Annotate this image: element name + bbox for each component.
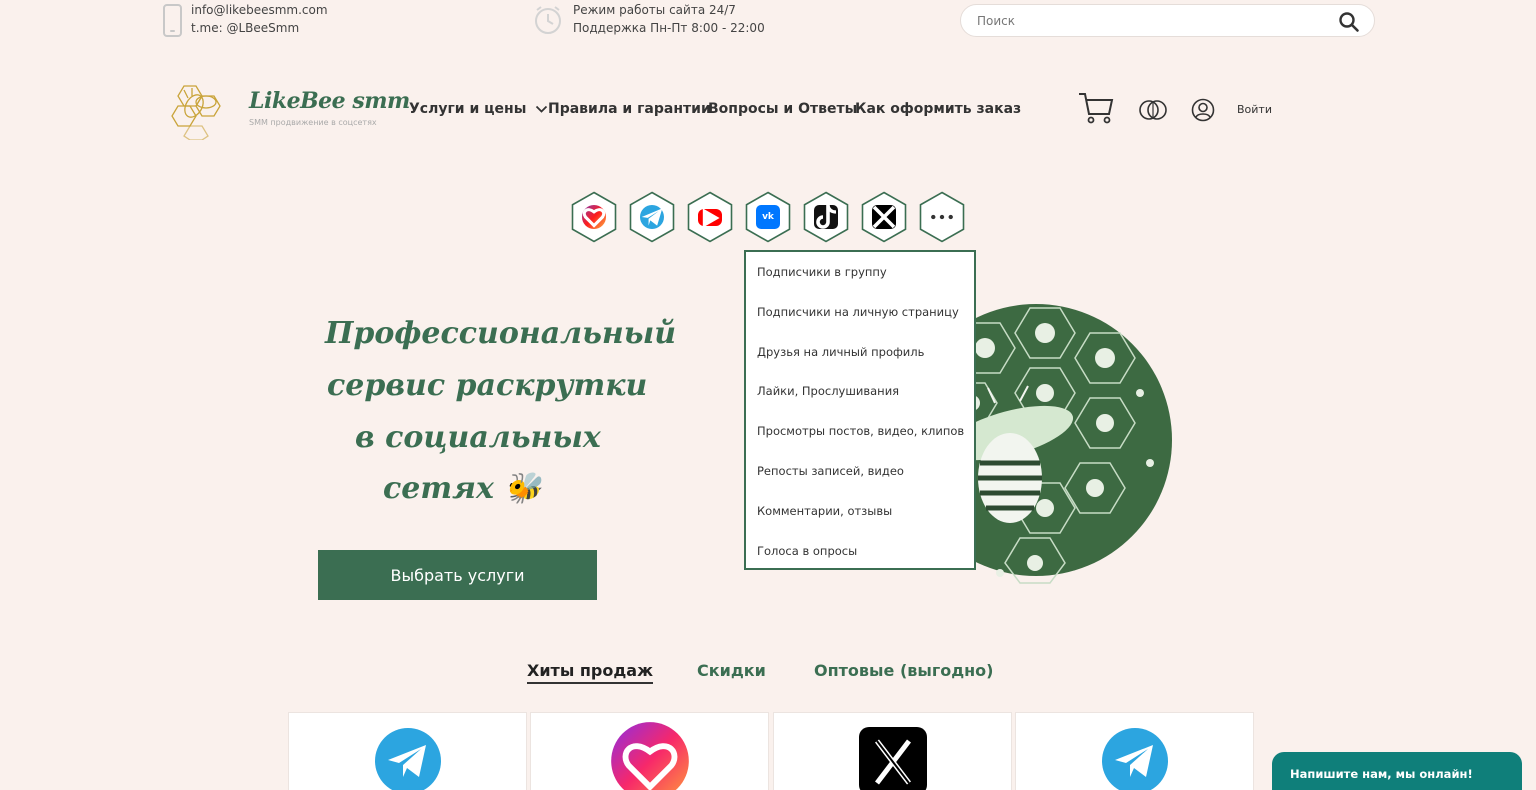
dropdown-item[interactable]: Репосты записей, видео <box>757 464 904 478</box>
login-link[interactable]: Войти <box>1237 103 1272 116</box>
dropdown-item[interactable]: Комментарии, отзывы <box>757 504 892 518</box>
x-icon <box>872 205 896 229</box>
dropdown-item[interactable]: Подписчики в группу <box>757 265 887 279</box>
social-vk[interactable]: vk <box>745 191 791 243</box>
telegram-icon <box>640 205 664 229</box>
more-icon <box>930 205 954 229</box>
nav-how-to-order[interactable]: Как оформить заказ <box>855 101 1021 117</box>
instagram-icon <box>582 205 606 229</box>
social-instagram[interactable] <box>571 191 617 243</box>
telegram-icon <box>1101 728 1168 790</box>
search-box <box>960 4 1375 37</box>
hero-title-line: сервис раскрутки <box>327 368 648 403</box>
vk-icon: vk <box>756 205 780 229</box>
language-icon[interactable] <box>1138 98 1168 122</box>
clock-icon <box>535 6 561 34</box>
phone-icon <box>163 4 182 37</box>
tiktok-icon <box>814 205 838 229</box>
logo-icon[interactable] <box>164 82 224 140</box>
chevron-down-icon <box>536 105 548 113</box>
dropdown-item[interactable]: Друзья на личный профиль <box>757 345 924 359</box>
nav-faq[interactable]: Вопросы и Ответы <box>708 101 857 117</box>
tab-wholesale[interactable]: Оптовые (выгодно) <box>814 661 993 680</box>
tab-bestsellers[interactable]: Хиты продаж <box>527 661 653 684</box>
contact-telegram[interactable]: t.me: @LBeeSmm <box>191 19 299 37</box>
nav-services-label: Услуги и цены <box>409 101 527 117</box>
dropdown-item[interactable]: Подписчики на личную страницу <box>757 305 959 319</box>
social-more[interactable] <box>919 191 965 243</box>
product-card[interactable] <box>773 712 1012 790</box>
chat-label: Напишите нам, мы онлайн! <box>1290 767 1473 781</box>
services-dropdown: Подписчики в группу Подписчики на личную… <box>744 250 976 570</box>
hero-title-line: в социальных <box>355 420 601 455</box>
logo-title[interactable]: LikeBee smm <box>249 88 410 114</box>
youtube-icon <box>698 207 722 228</box>
logo-subtitle: SMM продвижение в соцсетях <box>249 118 377 127</box>
hours-title: Режим работы сайта 24/7 <box>573 3 736 17</box>
dropdown-item[interactable]: Просмотры постов, видео, клипов <box>757 424 964 438</box>
x-icon <box>858 727 927 790</box>
hero-title-line: Профессиональный <box>325 316 677 351</box>
user-icon[interactable] <box>1191 98 1215 122</box>
contact-email[interactable]: info@likebeesmm.com <box>191 1 328 19</box>
nav-services[interactable]: Услуги и цены <box>409 101 548 117</box>
social-youtube[interactable] <box>687 191 733 243</box>
choose-services-button[interactable]: Выбрать услуги <box>318 550 597 600</box>
product-card[interactable] <box>288 712 527 790</box>
chat-widget[interactable]: Напишите нам, мы онлайн! <box>1272 752 1522 790</box>
tab-discounts[interactable]: Скидки <box>697 661 766 680</box>
dropdown-item[interactable]: Голоса в опросы <box>757 544 857 558</box>
cart-icon[interactable] <box>1078 92 1114 124</box>
search-input[interactable] <box>977 13 1317 29</box>
instagram-heart-icon <box>610 722 689 790</box>
nav-rules[interactable]: Правила и гарантии <box>548 101 711 117</box>
telegram-icon <box>374 728 441 790</box>
social-tiktok[interactable] <box>803 191 849 243</box>
social-x[interactable] <box>861 191 907 243</box>
search-icon[interactable] <box>1338 11 1360 33</box>
product-card[interactable] <box>530 712 769 790</box>
hours-support: Поддержка Пн-Пт 8:00 - 22:00 <box>573 21 765 35</box>
dropdown-item[interactable]: Лайки, Прослушивания <box>757 384 899 398</box>
social-telegram[interactable] <box>629 191 675 243</box>
product-card[interactable] <box>1015 712 1254 790</box>
hero-title-line: сетях 🐝 <box>383 471 542 506</box>
